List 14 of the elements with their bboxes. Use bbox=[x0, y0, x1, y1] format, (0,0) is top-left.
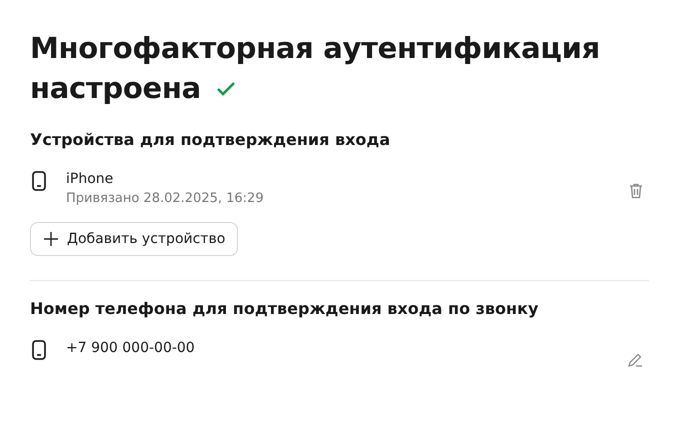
edit-button[interactable] bbox=[627, 352, 643, 368]
section-heading: Номер телефона для подтверждения входа по звонку bbox=[30, 299, 540, 318]
trash-icon bbox=[629, 183, 643, 199]
plus-icon bbox=[43, 231, 59, 247]
pencil-icon bbox=[627, 352, 643, 368]
page-title: Многофакторная аутентификация настроена bbox=[30, 30, 601, 107]
phone-icon bbox=[32, 340, 46, 360]
phone-number: +7 900 000-00-00 bbox=[66, 339, 196, 358]
delete-button[interactable] bbox=[629, 183, 643, 199]
add-device-button[interactable]: Добавить устройство bbox=[30, 222, 238, 256]
linked-date: Привязано 28.02.2025, 16:29 bbox=[66, 191, 265, 206]
phone-icon bbox=[32, 171, 46, 191]
section-heading: Устройства для подтверждения входа bbox=[30, 130, 392, 149]
device-name: iPhone bbox=[66, 170, 114, 189]
